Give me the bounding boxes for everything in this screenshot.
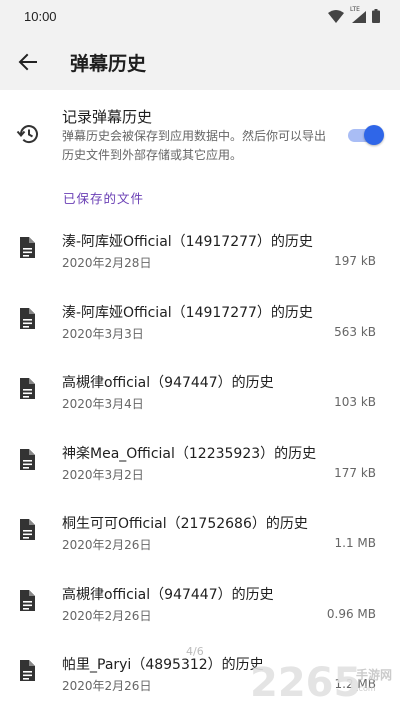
file-date: 2020年3月3日 bbox=[62, 326, 144, 341]
record-history-title: 记录弹幕历史 bbox=[62, 108, 153, 126]
status-icons: LTE bbox=[328, 6, 380, 23]
file-document-icon bbox=[20, 589, 35, 611]
history-icon bbox=[16, 125, 38, 144]
toggle-thumb bbox=[364, 125, 384, 145]
file-item[interactable]: 高槻律official（947447）的历史 2020年2月26日 0.96 M… bbox=[0, 567, 400, 638]
file-name: 神楽Mea_Official（12235923）的历史 bbox=[62, 445, 317, 462]
file-document-icon bbox=[20, 448, 35, 470]
status-time: 10:00 bbox=[24, 9, 57, 24]
arrow-back-icon bbox=[18, 53, 37, 71]
back-button[interactable] bbox=[14, 48, 42, 76]
watermark-text: 手游网 bbox=[356, 668, 393, 682]
record-history-setting[interactable]: 记录弹幕历史 弹幕历史会被保存到应用数据中。然后你可以导出历史文件到外部存储或其… bbox=[0, 96, 400, 174]
file-item[interactable]: 高槻律official（947447）的历史 2020年3月4日 103 kB bbox=[0, 355, 400, 426]
lte-label: LTE bbox=[350, 6, 366, 23]
record-history-toggle[interactable] bbox=[346, 125, 384, 145]
file-size: 103 kB bbox=[334, 395, 376, 409]
file-list: 湊-阿库娅Official（14917277）的历史 2020年2月28日 19… bbox=[0, 214, 400, 708]
file-size: 177 kB bbox=[334, 465, 376, 480]
file-document-icon bbox=[20, 519, 35, 540]
file-name: 高槻律official（947447）的历史 bbox=[62, 586, 274, 603]
file-size: 0.96 MB bbox=[326, 606, 376, 621]
file-document-icon bbox=[20, 660, 35, 681]
file-date: 2020年3月4日 bbox=[62, 397, 144, 411]
page-title: 弹幕历史 bbox=[70, 53, 147, 75]
file-item[interactable]: 湊-阿库娅Official（14917277）的历史 2020年3月3日 563… bbox=[0, 285, 400, 356]
file-name: 帕里_Paryi（4895312）的历史 bbox=[62, 657, 264, 673]
file-date: 2020年2月26日 bbox=[62, 608, 152, 623]
page-indicator: 4/6 bbox=[186, 645, 204, 658]
file-item[interactable]: 神楽Mea_Official（12235923）的历史 2020年3月2日 17… bbox=[0, 426, 400, 497]
file-document-icon bbox=[20, 307, 35, 329]
file-date: 2020年2月26日 bbox=[62, 538, 152, 552]
app-bar: 弹幕历史 bbox=[0, 34, 400, 90]
watermark-sub: .com bbox=[356, 684, 376, 693]
file-date: 2020年3月2日 bbox=[62, 467, 144, 482]
file-name: 桐生可可Official（21752686）的历史 bbox=[62, 516, 308, 532]
saved-files-header: 已保存的文件 bbox=[63, 191, 145, 206]
file-date: 2020年2月26日 bbox=[62, 679, 152, 693]
signal-icon bbox=[352, 11, 366, 23]
file-document-icon bbox=[20, 237, 35, 258]
file-size: 197 kB bbox=[334, 254, 376, 268]
file-item[interactable]: 湊-阿库娅Official（14917277）的历史 2020年2月28日 19… bbox=[0, 214, 400, 285]
screen: 10:00 LTE 弹幕历史 记录弹幕历史 弹幕历史会被保存到应用数据中。然后你… bbox=[0, 0, 400, 710]
wifi-icon bbox=[328, 9, 344, 23]
file-size: 563 kB bbox=[334, 324, 376, 339]
file-date: 2020年2月28日 bbox=[62, 256, 152, 270]
record-history-description: 弹幕历史会被保存到应用数据中。然后你可以导出历史文件到外部存储或其它应用。 bbox=[62, 129, 327, 162]
watermark-number: 2265 bbox=[250, 660, 362, 706]
file-document-icon bbox=[20, 378, 35, 399]
file-item[interactable]: 桐生可可Official（21752686）的历史 2020年2月26日 1.1… bbox=[0, 496, 400, 567]
file-size: 1.1 MB bbox=[334, 536, 376, 550]
battery-icon bbox=[372, 9, 380, 23]
file-name: 湊-阿库娅Official（14917277）的历史 bbox=[62, 304, 313, 321]
status-bar: 10:00 LTE bbox=[0, 0, 400, 34]
file-name: 高槻律official（947447）的历史 bbox=[62, 375, 274, 391]
watermark-logo: 2265 手游网 .com bbox=[250, 658, 400, 708]
file-name: 湊-阿库娅Official（14917277）的历史 bbox=[62, 234, 313, 250]
